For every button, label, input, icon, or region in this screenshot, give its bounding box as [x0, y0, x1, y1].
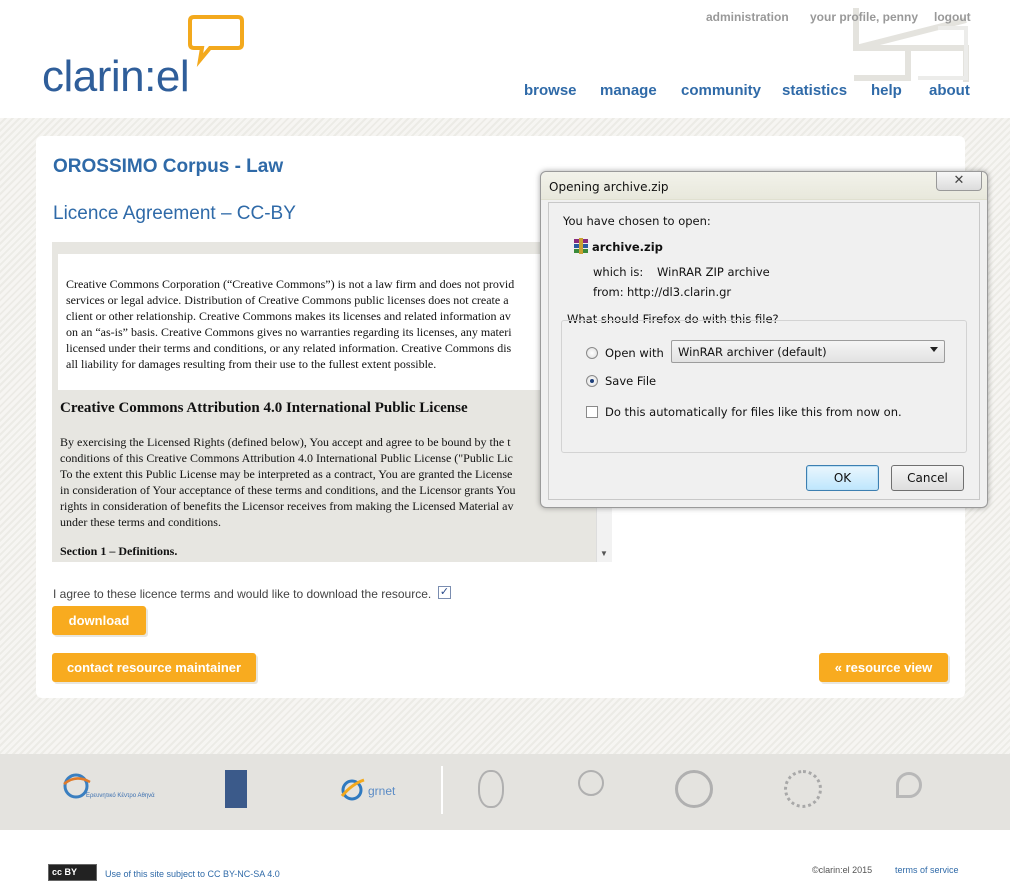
- from-label: from:: [593, 285, 624, 299]
- speech-bubble-icon: [188, 15, 244, 67]
- footer-bottom: [0, 830, 1010, 891]
- licence-title: Licence Agreement – CC-BY: [53, 203, 296, 224]
- checkmark-icon: ✓: [439, 586, 450, 598]
- athena-rc-logo[interactable]: Ερευνητικό Κέντρο Αθηνά: [62, 768, 155, 809]
- auto-action-checkbox[interactable]: [586, 406, 598, 418]
- licence-intro: Creative Commons Corporation (“Creative …: [58, 254, 596, 390]
- close-icon[interactable]: ✕: [936, 172, 982, 191]
- licence-line: client or other relationship. Creative C…: [66, 309, 511, 323]
- which-is-label: which is:: [593, 265, 644, 279]
- contact-maintainer-button[interactable]: contact resource maintainer: [52, 653, 256, 682]
- logout-link[interactable]: logout: [934, 10, 971, 24]
- ionian-university-logo[interactable]: [675, 770, 713, 808]
- academy-logo[interactable]: [225, 770, 247, 808]
- dialog-titlebar[interactable]: Opening archive.zip ✕: [541, 172, 987, 200]
- profile-link[interactable]: your profile, penny: [810, 10, 918, 24]
- from-value: http://dl3.clarin.gr: [627, 285, 732, 299]
- cc-badge-text: cc BY: [52, 867, 78, 877]
- aristotle-university-logo[interactable]: [578, 770, 604, 796]
- licence-line: all liability for damages resulting from…: [66, 357, 437, 371]
- chevron-down-icon: [930, 347, 938, 352]
- grnet-logo[interactable]: grnet: [338, 776, 395, 809]
- athens-university-logo[interactable]: [478, 770, 504, 808]
- administration-link[interactable]: administration: [706, 10, 789, 24]
- nav-help[interactable]: help: [871, 82, 902, 99]
- terms-of-service-link[interactable]: terms of service: [895, 865, 959, 875]
- licence-line: in consideration of Your acceptance of t…: [60, 483, 516, 497]
- dialog-body: You have chosen to open: archive.zip whi…: [548, 202, 980, 500]
- save-file-radio[interactable]: [586, 375, 598, 387]
- licence-line: licensed under their terms and condition…: [66, 341, 512, 355]
- licence-line: By exercising the Licensed Rights (defin…: [60, 435, 511, 449]
- licence-heading: Creative Commons Attribution 4.0 Interna…: [60, 400, 468, 416]
- save-file-label[interactable]: Save File: [605, 374, 656, 388]
- dialog-title: Opening archive.zip: [549, 180, 669, 194]
- chosen-label: You have chosen to open:: [563, 214, 711, 228]
- nav-community[interactable]: community: [681, 82, 761, 99]
- open-with-selected: WinRAR archiver (default): [678, 345, 827, 359]
- resource-title: OROSSIMO Corpus - Law: [53, 156, 284, 177]
- licence-line: To the extent this Public License may be…: [60, 467, 513, 481]
- grnet-icon: [340, 778, 365, 801]
- ilsp-logo[interactable]: [896, 772, 922, 798]
- licence-line: under these terms and conditions.: [60, 515, 221, 529]
- open-with-label[interactable]: Open with: [605, 346, 664, 360]
- footer-divider: [441, 766, 443, 814]
- resource-view-button[interactable]: « resource view: [819, 653, 948, 682]
- grnet-text: grnet: [368, 784, 396, 798]
- copyright-text: ©clarin:el 2015: [812, 865, 873, 875]
- nav-about[interactable]: about: [929, 82, 970, 99]
- cancel-button[interactable]: Cancel: [891, 465, 964, 491]
- patras-university-logo[interactable]: [784, 770, 822, 808]
- scroll-down-icon[interactable]: ▼: [600, 549, 608, 558]
- licence-line: services or legal advice. Distribution o…: [66, 293, 509, 307]
- open-file-dialog: Opening archive.zip ✕ You have chosen to…: [540, 171, 988, 508]
- licence-line: Creative Commons Corporation (“Creative …: [66, 277, 515, 291]
- cc-license-badge[interactable]: cc BY: [48, 864, 97, 881]
- nav-manage[interactable]: manage: [600, 82, 657, 99]
- open-with-select[interactable]: WinRAR archiver (default): [671, 340, 945, 363]
- nav-browse[interactable]: browse: [524, 82, 577, 99]
- licence-body: By exercising the Licensed Rights (defin…: [60, 434, 588, 530]
- athena-text: Ερευνητικό Κέντρο Αθηνά: [86, 793, 155, 799]
- site-header: clarin:el administration your profile, p…: [0, 0, 1010, 118]
- open-with-radio[interactable]: [586, 347, 598, 359]
- licence-line: on an “as-is” basis. Creative Commons gi…: [66, 325, 512, 339]
- licence-section-heading: Section 1 – Definitions.: [60, 544, 178, 558]
- cc-license-link[interactable]: Use of this site subject to CC BY-NC-SA …: [105, 869, 280, 879]
- site-logo[interactable]: clarin:el: [42, 52, 190, 102]
- ok-button[interactable]: OK: [806, 465, 879, 491]
- download-button[interactable]: download: [52, 606, 146, 635]
- agree-checkbox[interactable]: ✓: [438, 586, 451, 599]
- file-name: archive.zip: [592, 240, 663, 254]
- agree-label: I agree to these licence terms and would…: [53, 587, 432, 601]
- auto-action-label[interactable]: Do this automatically for files like thi…: [605, 405, 902, 419]
- winrar-file-icon: [574, 238, 588, 254]
- licence-line: rights in consideration of benefits the …: [60, 499, 514, 513]
- nav-statistics[interactable]: statistics: [782, 82, 847, 99]
- licence-text-box[interactable]: Creative Commons Corporation (“Creative …: [52, 242, 612, 562]
- file-type-value: WinRAR ZIP archive: [657, 265, 770, 279]
- licence-line: conditions of this Creative Commons Attr…: [60, 451, 513, 465]
